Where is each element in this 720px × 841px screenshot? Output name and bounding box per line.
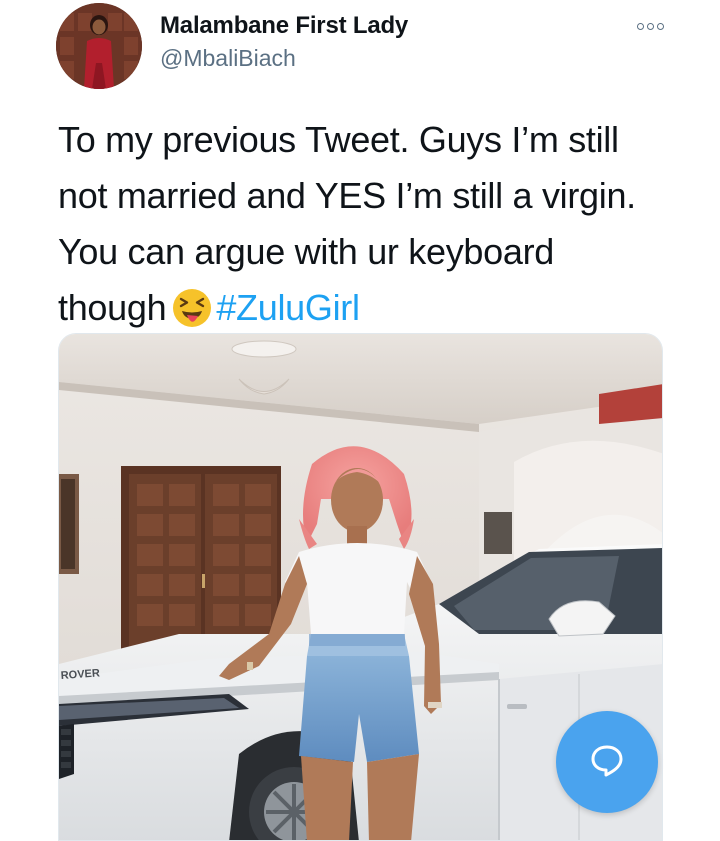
squinting-face-with-tongue-icon: [172, 288, 212, 328]
more-options-icon[interactable]: [632, 16, 668, 36]
author-avatar[interactable]: [56, 3, 142, 89]
tweet-text: To my previous Tweet. Guys I’m still not…: [58, 112, 668, 336]
author-name[interactable]: Malambane First Lady: [160, 12, 408, 40]
hashtag-link[interactable]: #ZuluGirl: [216, 287, 360, 328]
speech-bubble-icon: [587, 740, 627, 785]
compose-tweet-button[interactable]: [556, 711, 658, 813]
author-handle[interactable]: @MbaliBiach: [160, 45, 296, 72]
